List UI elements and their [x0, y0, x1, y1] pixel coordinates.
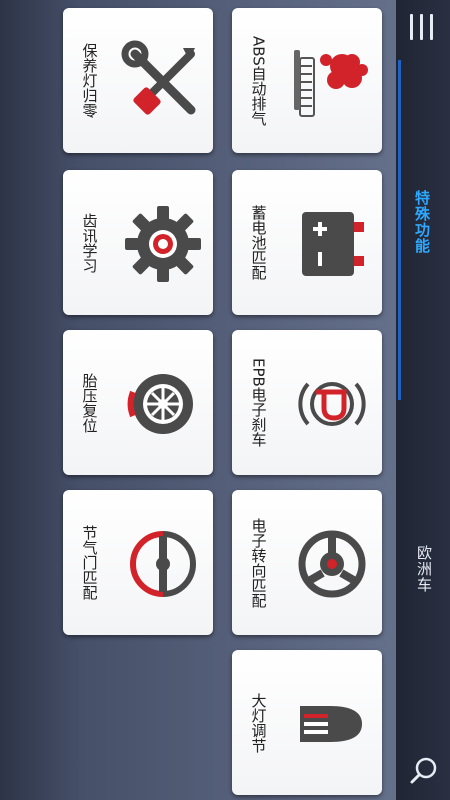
maintenance-tools-icon: [121, 40, 205, 124]
function-label: 齿讯学习: [80, 212, 99, 273]
function-card-maintenance-reset[interactable]: 保养灯归零: [63, 8, 213, 153]
function-label: 大灯调节: [249, 692, 268, 753]
tab-special-functions[interactable]: 特殊功能: [412, 190, 433, 254]
function-card-battery-match[interactable]: 蓄电池匹配: [232, 170, 382, 315]
headlight-icon: [290, 682, 374, 766]
steering-wheel-icon: [290, 522, 374, 606]
function-card-steering-match[interactable]: 电子转向匹配: [232, 490, 382, 635]
function-card-gear-learning[interactable]: 齿讯学习: [63, 170, 213, 315]
search-icon[interactable]: [408, 754, 440, 786]
function-card-epb[interactable]: EPB电子刹车: [232, 330, 382, 475]
throttle-icon: [121, 522, 205, 606]
function-card-headlight-adjust[interactable]: 大灯调节: [232, 650, 382, 795]
function-card-throttle-match[interactable]: 节气门匹配: [63, 490, 213, 635]
function-card-abs-bleed[interactable]: ABS自动排气: [232, 8, 382, 153]
tab-european-cars[interactable]: 欧洲车: [414, 545, 435, 593]
battery-icon: [290, 202, 374, 286]
menu-icon[interactable]: [408, 14, 436, 40]
gear-icon: [121, 202, 205, 286]
tire-pressure-icon: [121, 362, 205, 446]
function-card-tire-pressure[interactable]: 胎压复位: [63, 330, 213, 475]
function-label: 保养灯归零: [80, 43, 99, 118]
tab-indicator: [398, 60, 401, 400]
function-label: ABS自动排气: [249, 35, 268, 126]
function-label: 蓄电池匹配: [249, 205, 268, 280]
function-label: EPB电子刹车: [249, 358, 268, 447]
parking-brake-icon: [290, 362, 374, 446]
function-label: 胎压复位: [80, 372, 99, 433]
function-label: 电子转向匹配: [249, 517, 268, 608]
top-bar: [396, 0, 450, 800]
abs-bleed-icon: [290, 40, 374, 124]
function-label: 节气门匹配: [80, 525, 99, 600]
